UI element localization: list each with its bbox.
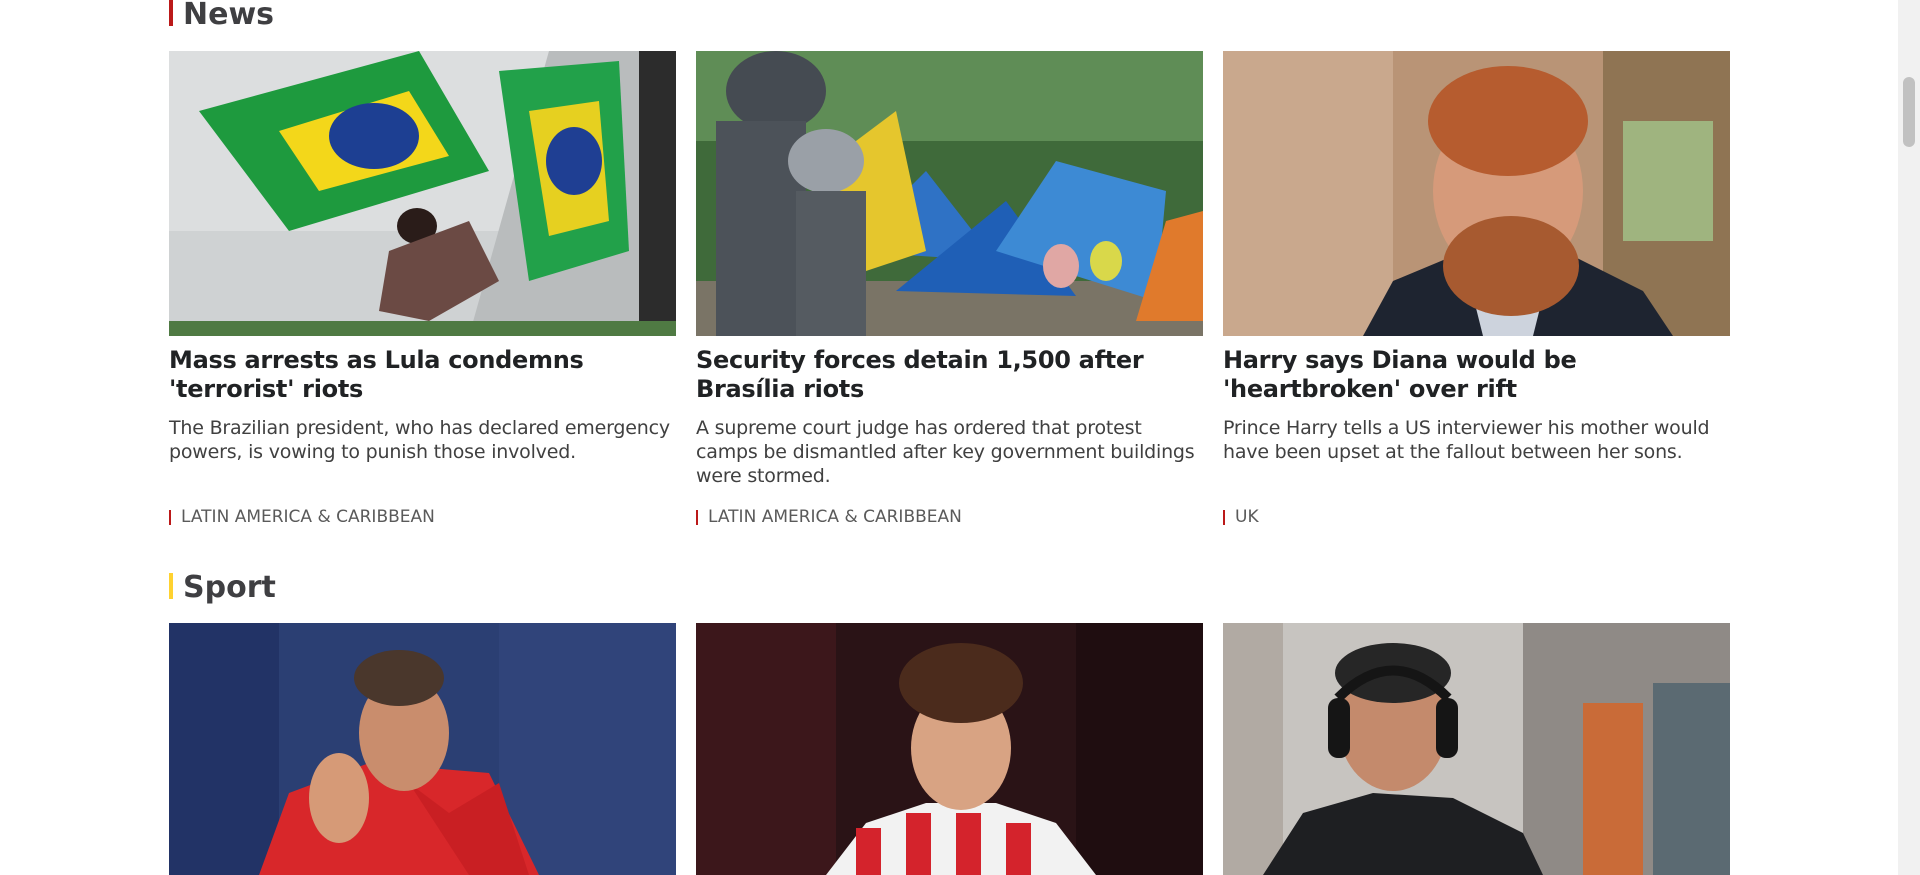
sport-card-1-image[interactable] [169,623,676,875]
news-card-1-headline[interactable]: Mass arrests as Lula condemns 'terrorist… [169,346,676,404]
news-card-2-headline[interactable]: Security forces detain 1,500 after Brasí… [696,346,1203,404]
news-card-2-image[interactable] [696,51,1203,336]
news-card-2[interactable]: Security forces detain 1,500 after Brasí… [696,51,1203,527]
news-card-2-summary: A supreme court judge has ordered that p… [696,417,1195,487]
sport-card-3-image[interactable] [1223,623,1730,875]
page-scrollbar[interactable] [1898,0,1920,875]
brasilia-camp-police-photo [696,51,1203,336]
news-row: Mass arrests as Lula condemns 'terrorist… [169,51,1731,531]
sport-card-3[interactable] [1223,623,1730,875]
sport-row [169,623,1731,875]
news-card-1-tag[interactable]: LATIN AMERICA & CARIBBEAN [169,507,435,527]
news-card-3-headline[interactable]: Harry says Diana would be 'heartbroken' … [1223,346,1730,404]
sport-card-2-image[interactable] [696,623,1203,875]
news-card-3-summary: Prince Harry tells a US interviewer his … [1223,417,1710,463]
prince-harry-interview-photo [1223,51,1730,336]
section-title-sport[interactable]: Sport [169,571,276,605]
scrollbar-thumb[interactable] [1903,77,1915,147]
section-title-news[interactable]: News [169,0,274,32]
news-card-3[interactable]: Harry says Diana would be 'heartbroken' … [1223,51,1730,527]
motorsport-team-boss-photo [1223,623,1730,875]
page: News Mass arrests as Lula condemns 'terr… [0,0,1898,875]
brazil-flag-protest-photo [169,51,676,336]
news-card-1-summary: The Brazilian president, who has declare… [169,417,670,463]
news-card-1-image[interactable] [169,51,676,336]
atletico-player-photo [696,623,1203,875]
sport-card-2[interactable] [696,623,1203,875]
news-card-3-image[interactable] [1223,51,1730,336]
news-card-1[interactable]: Mass arrests as Lula condemns 'terrorist… [169,51,676,527]
wales-footballer-photo [169,623,676,875]
sport-card-1[interactable] [169,623,676,875]
news-card-2-tag[interactable]: LATIN AMERICA & CARIBBEAN [696,507,962,527]
news-card-3-tag[interactable]: UK [1223,507,1259,527]
